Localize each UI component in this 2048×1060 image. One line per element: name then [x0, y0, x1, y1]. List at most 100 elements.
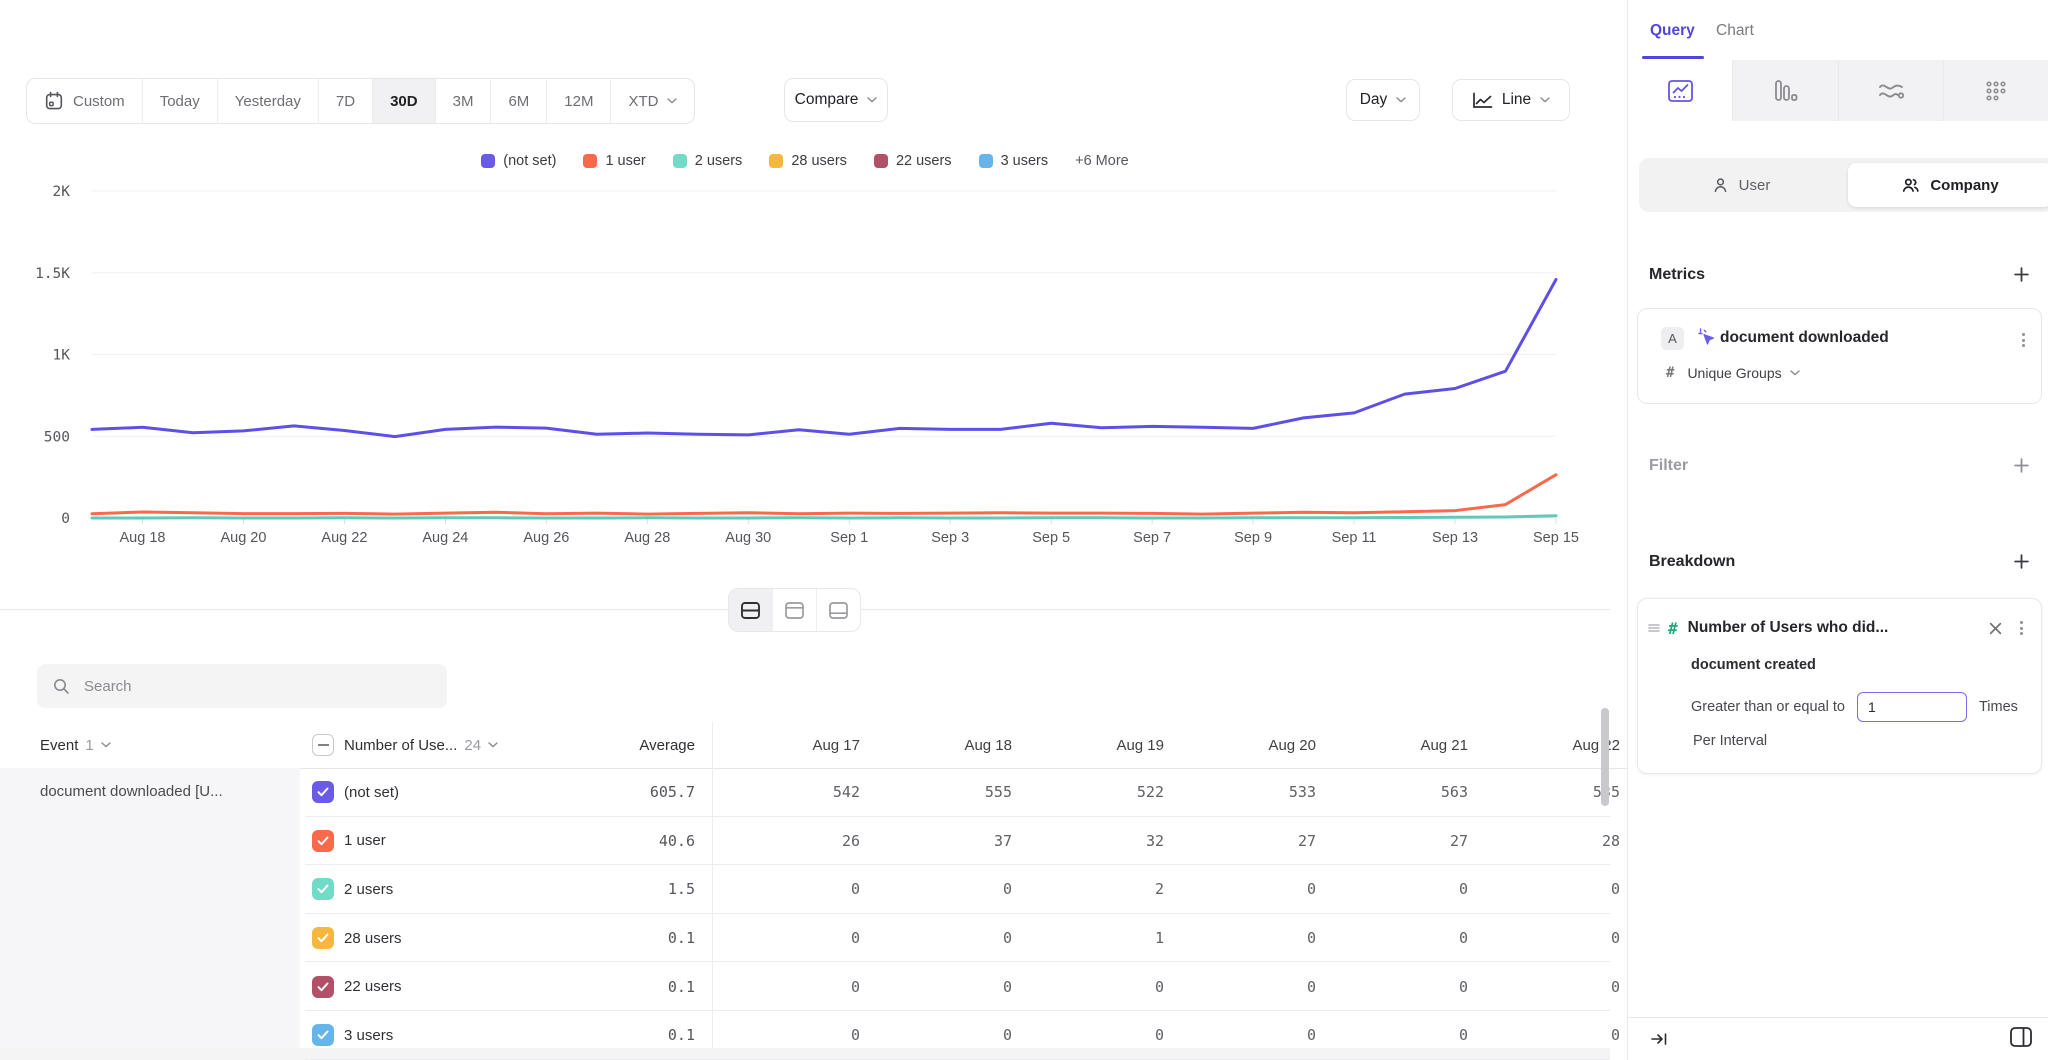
- table-row[interactable]: 3 users0.1000000: [0, 1011, 1628, 1060]
- cell-value: 26: [716, 832, 868, 850]
- chart-type-more-button[interactable]: [1943, 60, 2048, 121]
- table-row[interactable]: 1 user40.6263732272728: [0, 817, 1628, 866]
- breakdown-menu-button[interactable]: [2016, 617, 2027, 639]
- toggle-company[interactable]: Company: [1848, 163, 2048, 207]
- select-all-checkbox[interactable]: [312, 734, 334, 756]
- cell-value: 0: [868, 1026, 1020, 1044]
- layout-split-button[interactable]: [729, 589, 772, 631]
- layout-chart-only-button[interactable]: [772, 589, 816, 631]
- cell-value: 0: [868, 929, 1020, 947]
- series-label: 1 user: [334, 832, 540, 849]
- user-company-toggle: User Company: [1639, 158, 2048, 212]
- cell-value: 0: [1172, 1026, 1324, 1044]
- cell-value: 0: [1020, 978, 1172, 996]
- table-header: Event 1 Number of Use... 24 Average Aug …: [0, 722, 1628, 769]
- drag-handle-icon[interactable]: [1648, 623, 1660, 633]
- breakdown-heading: Breakdown: [1649, 553, 1735, 571]
- svg-text:Sep 7: Sep 7: [1133, 530, 1171, 546]
- layout-toggle-group: [728, 588, 861, 632]
- range-custom-button[interactable]: Custom: [27, 79, 142, 123]
- chart-type-flow-button[interactable]: [1838, 60, 1943, 121]
- range-12m-button[interactable]: 12M: [546, 79, 610, 123]
- add-metric-button[interactable]: [2013, 266, 2030, 288]
- range-xtd-button[interactable]: XTD: [610, 79, 694, 123]
- svg-text:Sep 1: Sep 1: [830, 530, 868, 546]
- cell-value: 0: [1476, 880, 1628, 898]
- series-label: 3 users: [334, 1027, 540, 1044]
- svg-text:Sep 13: Sep 13: [1432, 530, 1478, 546]
- cell-value: 0: [1476, 929, 1628, 947]
- plus-icon: [2013, 457, 2030, 474]
- condition-unit: Times: [1979, 699, 2018, 715]
- series-checkbox[interactable]: [312, 878, 334, 900]
- svg-text:Sep 15: Sep 15: [1533, 530, 1579, 546]
- series-checkbox[interactable]: [312, 781, 334, 803]
- svg-text:Sep 9: Sep 9: [1234, 530, 1272, 546]
- split-panel-icon: [740, 601, 761, 620]
- table-row[interactable]: 28 users0.1001000: [0, 914, 1628, 963]
- numeric-property-icon: #: [1668, 619, 1678, 638]
- chart-type-selector: [1628, 60, 2048, 121]
- range-today-button[interactable]: Today: [142, 79, 217, 123]
- series-label: 2 users: [334, 881, 540, 898]
- range-30d-button[interactable]: 30D: [372, 79, 435, 123]
- bottom-panel-icon: [828, 601, 849, 620]
- range-3m-button[interactable]: 3M: [435, 79, 491, 123]
- range-label: 6M: [508, 93, 529, 110]
- series-checkbox[interactable]: [312, 1024, 334, 1046]
- series-checkbox[interactable]: [312, 927, 334, 949]
- flow-chart-type-icon: [1877, 80, 1905, 102]
- tab-query[interactable]: Query: [1650, 22, 1695, 40]
- chart-style-dropdown[interactable]: Line: [1452, 79, 1570, 121]
- metric-menu-button[interactable]: [2018, 329, 2029, 351]
- chart-style-label: Line: [1502, 91, 1531, 109]
- layout-table-only-button[interactable]: [816, 589, 860, 631]
- svg-text:Aug 30: Aug 30: [725, 530, 771, 546]
- query-sidebar: Query Chart: [1627, 0, 2048, 1060]
- range-yesterday-button[interactable]: Yesterday: [217, 79, 318, 123]
- chevron-down-icon: [867, 97, 877, 103]
- breakdown-card[interactable]: # Number of Users who did... document cr…: [1637, 598, 2042, 774]
- condition-label: Greater than or equal to: [1691, 699, 1845, 715]
- search-input[interactable]: [82, 677, 431, 696]
- add-breakdown-button[interactable]: [2013, 553, 2030, 575]
- event-column-header[interactable]: Event 1: [0, 737, 312, 754]
- add-filter-button[interactable]: [2013, 457, 2030, 479]
- user-label: User: [1739, 177, 1771, 194]
- chevron-down-icon: [1790, 370, 1800, 376]
- calendar-icon: [44, 91, 64, 111]
- table-row[interactable]: 2 users1.5002000: [0, 865, 1628, 914]
- chart-type-bar-button[interactable]: [1732, 60, 1837, 121]
- chart-type-line-button[interactable]: [1628, 60, 1732, 121]
- average-column-header[interactable]: Average: [540, 737, 695, 754]
- aggregation-dropdown[interactable]: Unique Groups: [1687, 365, 1799, 381]
- collapse-panel-icon[interactable]: [1650, 1031, 1668, 1047]
- cell-value: 0: [716, 880, 868, 898]
- breakdown-title: Number of Users who did...: [1688, 619, 1989, 637]
- table-row[interactable]: 22 users0.1000000: [0, 962, 1628, 1011]
- side-panel-icon[interactable]: [2008, 1024, 2034, 1050]
- svg-text:Sep 3: Sep 3: [931, 530, 969, 546]
- compare-button[interactable]: Compare: [784, 78, 888, 122]
- interval-dropdown[interactable]: Day: [1346, 79, 1420, 121]
- close-icon[interactable]: [1989, 622, 2002, 635]
- range-7d-button[interactable]: 7D: [318, 79, 372, 123]
- line-chart[interactable]: 05001K1.5K2KAug 18Aug 20Aug 22Aug 24Aug …: [0, 150, 1610, 560]
- series-checkbox[interactable]: [312, 976, 334, 998]
- tab-chart[interactable]: Chart: [1716, 22, 1754, 40]
- condition-value-input[interactable]: [1857, 692, 1967, 722]
- series-checkbox[interactable]: [312, 830, 334, 852]
- table-scrollbar[interactable]: [1601, 708, 1609, 806]
- svg-text:Aug 28: Aug 28: [624, 530, 670, 546]
- cell-value: 522: [1020, 783, 1172, 801]
- svg-text:2K: 2K: [53, 184, 71, 200]
- metric-card[interactable]: A document downloaded # Unique Groups: [1637, 308, 2042, 404]
- series-column-header[interactable]: Number of Use... 24: [334, 737, 540, 754]
- plus-icon: [2013, 553, 2030, 570]
- cell-value: 0: [716, 929, 868, 947]
- table-row[interactable]: (not set)605.7542555522533563535: [0, 768, 1628, 817]
- series-label: 22 users: [334, 978, 540, 995]
- toggle-user[interactable]: User: [1639, 158, 1843, 212]
- range-6m-button[interactable]: 6M: [490, 79, 546, 123]
- filter-heading: Filter: [1649, 457, 1688, 475]
